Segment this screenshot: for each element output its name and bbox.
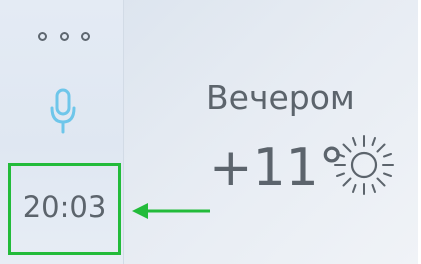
sidebar: 20:03 <box>0 0 124 264</box>
clock-time: 20:03 <box>22 190 107 224</box>
sun-icon <box>334 135 394 195</box>
weather-temperature: +11° <box>209 138 345 198</box>
arrow-left-icon <box>132 203 210 219</box>
screen: 20:03 Вечером +11° <box>0 0 421 264</box>
time-highlight-box: 20:03 <box>8 163 121 255</box>
microphone-icon[interactable] <box>49 88 77 134</box>
dot <box>38 31 47 41</box>
more-dots-icon[interactable] <box>38 28 90 44</box>
dot <box>59 31 69 41</box>
dot <box>81 31 90 41</box>
weather-period: Вечером <box>206 78 355 117</box>
